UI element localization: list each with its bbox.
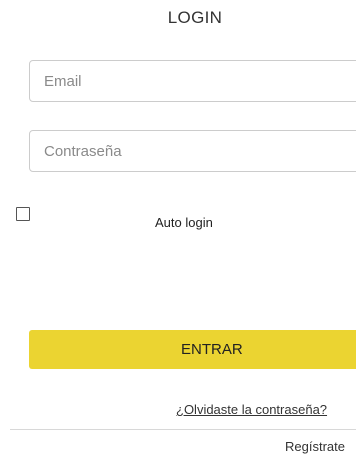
register-link[interactable]: Regístrate (285, 439, 345, 454)
divider (10, 429, 356, 430)
email-input[interactable] (29, 60, 356, 102)
forgot-password-link[interactable]: ¿Olvidaste la contraseña? (176, 402, 327, 417)
auto-login-checkbox[interactable] (16, 207, 30, 221)
login-button[interactable]: ENTRAR (29, 330, 356, 369)
password-input[interactable] (29, 130, 356, 172)
auto-login-label: Auto login (155, 215, 213, 230)
page-title: LOGIN (167, 8, 223, 27)
login-page: LOGIN Auto login ENTRAR ¿Olvidaste la co… (0, 0, 356, 454)
